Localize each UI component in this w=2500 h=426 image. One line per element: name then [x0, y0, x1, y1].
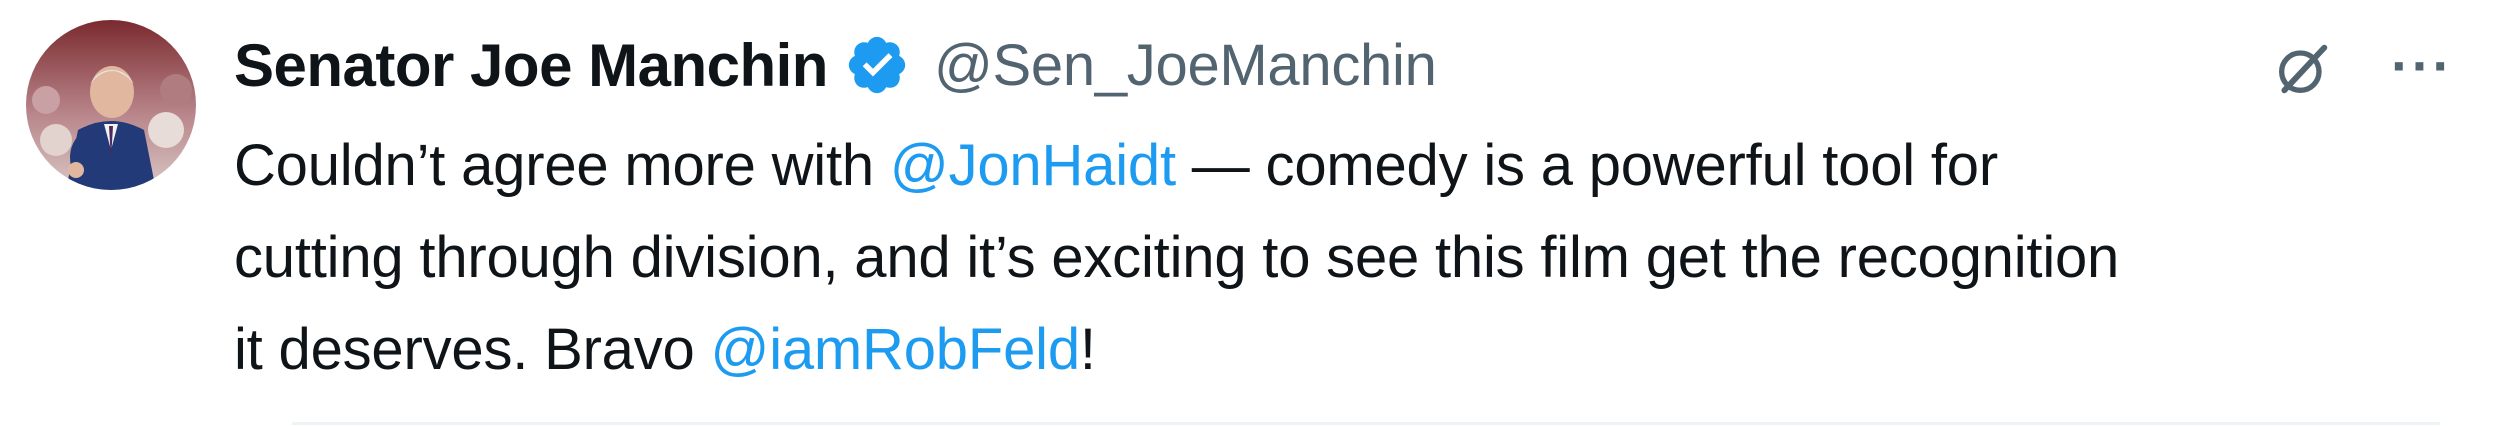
text-segment: it deserves. Bravo [234, 317, 711, 382]
tweet-text-line: cutting through division, and it’s excit… [234, 225, 2120, 290]
tweet-text-line: it deserves. Bravo @iamRobFeld! [234, 304, 2474, 396]
author-handle[interactable]: @Sen_JoeManchin [934, 32, 1437, 99]
more-icon: ··· [2391, 33, 2453, 97]
mention-link-jonhaidt[interactable]: @JonHaidt [890, 133, 1176, 198]
grok-button[interactable] [2258, 24, 2348, 114]
grok-icon [2279, 44, 2328, 94]
mention-link-iamrobfeld[interactable]: @iamRobFeld [711, 317, 1081, 382]
tweet-header: Senator Joe Manchin @Sen_JoeManchin [234, 22, 1437, 108]
tweet-card[interactable]: Senator Joe Manchin @Sen_JoeManchin ··· … [0, 0, 2500, 426]
text-segment: — comedy is a powerful tool for [1175, 133, 1998, 198]
tweet-text: Couldn’t agree more with @JonHaidt — com… [234, 120, 2474, 396]
avatar-image [26, 20, 196, 190]
divider [292, 422, 2440, 425]
author-avatar[interactable] [26, 20, 196, 190]
text-segment: ! [1079, 317, 1096, 382]
text-segment: Couldn’t agree more with [234, 133, 890, 198]
verified-badge-icon [844, 32, 910, 98]
author-display-name[interactable]: Senator Joe Manchin [234, 31, 828, 100]
more-options-button[interactable]: ··· [2372, 30, 2472, 100]
tweet-text-line: Couldn’t agree more with @JonHaidt — com… [234, 120, 2474, 212]
